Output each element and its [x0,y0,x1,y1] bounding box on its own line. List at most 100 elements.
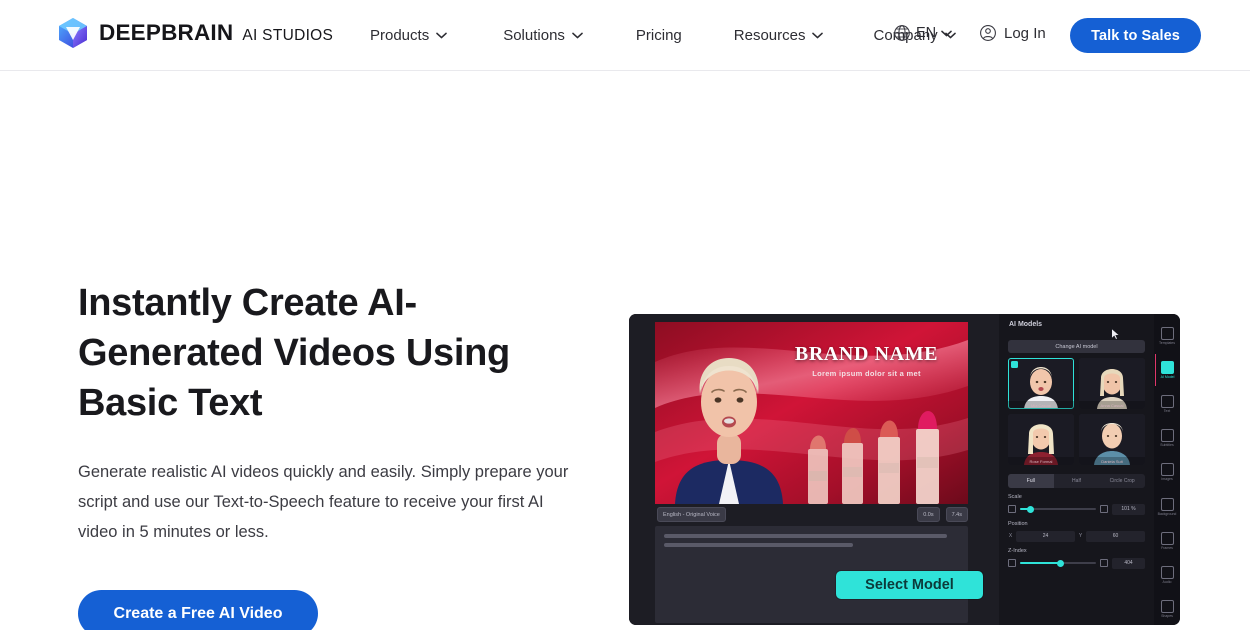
nav-label-resources: Resources [733,27,806,44]
chevron-down-icon [436,32,448,39]
nav-item-resources[interactable]: Resources [734,27,824,44]
ai-model-card[interactable]: Daniela Suit [1079,414,1145,465]
hero-copy-block: Instantly Create AI-Generated Videos Usi… [78,278,608,630]
video-preview-stage: BRAND NAME Lorem ipsum dolor sit a met [655,322,968,504]
rail-label: Text [1163,409,1171,414]
nav-item-solutions[interactable]: Solutions [503,27,583,44]
rail-label: Images [1161,477,1173,482]
rail-item-ai-model[interactable]: AI Model [1155,354,1179,387]
nav-item-products[interactable]: Products [370,27,448,44]
stage-brand-subtitle: Lorem ipsum dolor sit a met [812,369,921,378]
zindex-front-icon [1100,559,1108,567]
rail-item-subtitles[interactable]: Subtitles [1155,422,1179,454]
language-label: EN [916,25,937,41]
rail-item-background[interactable]: Background [1155,491,1179,523]
talk-to-sales-button[interactable]: Talk to Sales [1070,18,1201,53]
rail-label: Shapes [1161,613,1173,618]
language-selector[interactable]: EN [893,24,952,42]
zindex-control-row: 404 [1008,557,1145,569]
scale-label: Scale [1008,494,1022,500]
site-header: DEEPBRAIN AI STUDIOS Products Solutions … [0,0,1250,71]
scale-large-icon [1100,505,1108,513]
crop-mode-full[interactable]: Full [1008,474,1054,488]
zindex-back-icon [1008,559,1016,567]
position-x-value[interactable]: 24 [1016,530,1075,542]
stage-brand-title: BRAND NAME [794,343,939,365]
ai-model-icon [1161,361,1174,375]
rail-item-frames[interactable]: Frames [1155,525,1179,557]
mouse-pointer-icon [1111,328,1120,340]
ai-model-card[interactable]: Mia Casual [1008,358,1074,409]
slider-fill [1020,562,1060,564]
brand-logo-link[interactable]: DEEPBRAIN AI STUDIOS [58,17,333,49]
zindex-label: Z-Index [1008,548,1027,554]
ai-models-panel-title: AI Models [1009,321,1043,328]
templates-icon [1160,327,1174,341]
login-label: Log In [1004,24,1046,42]
nav-label-pricing: Pricing [635,27,682,44]
select-model-button[interactable]: Select Model [836,571,983,599]
rail-item-templates[interactable]: Templates [1155,320,1179,352]
language-voice-chip[interactable]: English - Original Voice [657,507,726,522]
position-y-value[interactable]: 60 [1086,530,1145,542]
rail-item-text[interactable]: Text [1155,388,1179,420]
ai-model-card[interactable]: Rose Formal [1008,414,1074,465]
language-voice-label: English - Original Voice [663,511,720,518]
product-demo-mockup: BRAND NAME Lorem ipsum dolor sit a met E… [629,314,1180,625]
ai-model-name: Rose Formal [1008,457,1074,465]
login-link[interactable]: Log In [979,24,1046,42]
globe-icon [894,25,910,41]
brand-suffix: AI STUDIOS [242,27,334,44]
position-label: Position [1008,521,1028,527]
change-ai-model-button[interactable]: Change AI model [1008,340,1145,353]
scale-slider[interactable] [1020,505,1096,513]
shapes-icon [1160,599,1174,613]
rail-label: Templates [1159,341,1175,346]
create-free-ai-video-button[interactable]: Create a Free AI Video [78,590,318,630]
ai-model-name: Mia Casual [1008,401,1074,409]
lipstick-products-image [808,410,939,504]
slider-knob[interactable] [1026,505,1034,513]
nav-item-pricing[interactable]: Pricing [636,27,682,44]
chevron-down-icon [812,32,824,39]
position-x-axis-label: X [1008,533,1013,539]
text-icon [1160,395,1174,409]
duration-label: 7.4s [951,511,962,518]
timing-chips: 0.0s 7.4s [917,507,968,522]
ai-presenter-avatar [675,358,783,504]
crop-mode-segmented-control: Full Half Circle Crop [1008,474,1145,488]
zindex-value[interactable]: 404 [1112,557,1145,569]
scale-value[interactable]: 101 % [1112,503,1145,515]
rail-item-shapes[interactable]: Shapes [1155,593,1179,625]
start-time-label: 0.0s [923,511,934,518]
start-time-chip[interactable]: 0.0s [917,507,940,522]
ai-model-card[interactable]: Anna Casual [1079,358,1145,409]
user-circle-icon [980,25,996,41]
position-y-axis-label: Y [1078,533,1083,539]
rail-item-images[interactable]: Images [1155,456,1179,488]
ai-models-panel: AI Models Change AI model Mia Casual Ann… [999,314,1154,625]
rail-label: AI Model [1160,375,1175,380]
stage-toolbar: English - Original Voice 0.0s 7.4s [655,504,968,525]
duration-chip[interactable]: 7.4s [945,507,968,522]
brand-name: DEEPBRAIN [99,20,234,45]
crop-mode-half[interactable]: Half [1054,474,1100,488]
cube-logo-icon [59,18,87,48]
hero-description: Generate realistic AI videos quickly and… [78,463,569,541]
ai-model-name: Daniela Suit [1079,457,1145,465]
rail-label: Subtitles [1160,443,1174,448]
chevron-down-icon [572,32,583,39]
frames-icon [1160,531,1174,545]
main-navigation: Products Solutions Pricing Resources Com… [370,0,956,71]
script-text-line [664,543,853,547]
zindex-slider[interactable] [1020,559,1096,567]
nav-label-solutions: Solutions [503,27,565,44]
mockup-editor-canvas: BRAND NAME Lorem ipsum dolor sit a met E… [629,314,999,625]
hero-section: Instantly Create AI-Generated Videos Usi… [0,71,1250,630]
slider-knob[interactable] [1057,559,1065,567]
audio-icon [1160,565,1174,579]
rail-item-audio[interactable]: Audio [1155,559,1179,591]
crop-mode-circle[interactable]: Circle Crop [1099,474,1145,488]
page-title: Instantly Create AI-Generated Videos Usi… [78,282,510,424]
rail-label: Frames [1161,545,1173,550]
